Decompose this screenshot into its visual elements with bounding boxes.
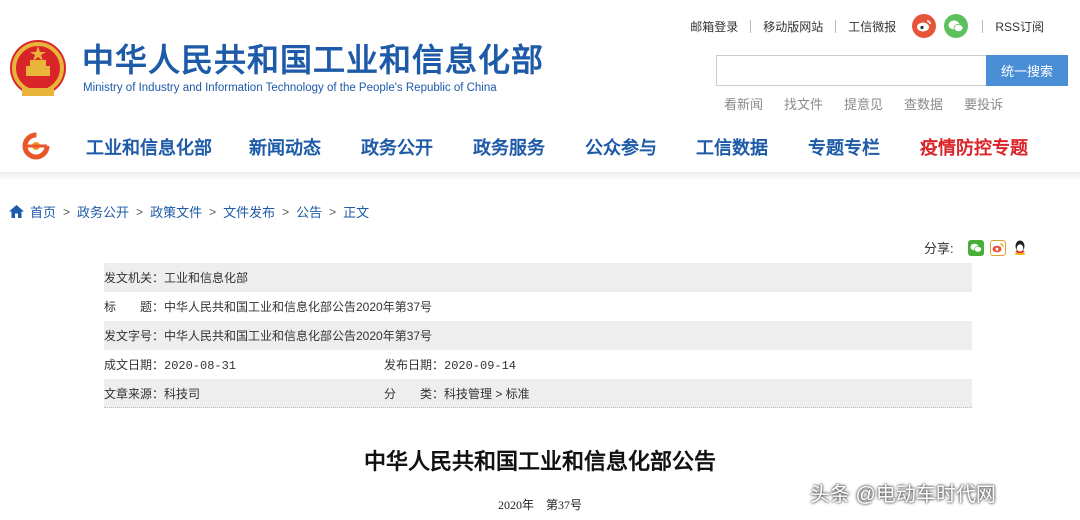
home-icon[interactable]: [9, 205, 24, 218]
quick-link-feedback[interactable]: 提意见: [844, 94, 883, 113]
mail-login-link[interactable]: 邮箱登录: [678, 18, 750, 35]
meta-row: 发文字号：中华人民共和国工业和信息化部公告2020年第37号: [104, 321, 972, 350]
meta-doc-number: 发文字号：中华人民共和国工业和信息化部公告2020年第37号: [104, 329, 433, 343]
miit-logo-icon[interactable]: [22, 132, 50, 160]
meta-title: 标 题：中华人民共和国工业和信息化部公告2020年第37号: [104, 300, 433, 314]
share-label: 分享:: [924, 241, 954, 256]
nav-item-gov-info[interactable]: 政务公开: [361, 134, 433, 160]
meta-row: 成文日期：2020-08-31 发布日期：2020-09-14: [104, 350, 972, 379]
nav-item-miit[interactable]: 工业和信息化部: [86, 134, 212, 160]
breadcrumb-separator: >: [209, 204, 217, 219]
nav-item-special-topics[interactable]: 专题专栏: [808, 134, 880, 160]
article-title: 中华人民共和国工业和信息化部公告: [363, 449, 716, 474]
breadcrumb-policy-docs[interactable]: 政策文件: [150, 202, 202, 221]
share-qq-icon[interactable]: [1011, 239, 1028, 256]
share-weibo-icon[interactable]: [989, 239, 1006, 256]
share-bar: 分享:: [924, 238, 1034, 257]
watermark: 头条 @电动车时代网: [810, 484, 996, 506]
meta-row: 发文机关：工业和信息化部: [104, 263, 972, 292]
share-wechat-icon[interactable]: [967, 239, 984, 256]
weibo-icon[interactable]: [912, 14, 937, 38]
meta-issuer: 发文机关：工业和信息化部: [104, 271, 249, 285]
site-title[interactable]: 中华人民共和国工业和信息化部: [82, 40, 544, 80]
meta-row: 文章来源：科技司 分 类：科技管理 > 标准: [104, 379, 972, 408]
nav-item-epidemic[interactable]: 疫情防控专题: [920, 134, 1028, 160]
nav-item-news[interactable]: 新闻动态: [249, 134, 321, 160]
meta-source: 文章来源：科技司: [104, 387, 201, 401]
top-links-bar: 邮箱登录 移动版网站 工信微报 RSS订阅: [678, 12, 1056, 40]
quick-links: 看新闻 找文件 提意见 查数据 要投诉: [724, 94, 1024, 113]
wechat-icon[interactable]: [944, 14, 969, 38]
nav-divider: [0, 172, 1080, 180]
nav-item-gov-services[interactable]: 政务服务: [473, 134, 545, 160]
document-meta-table: 发文机关：工业和信息化部 标 题：中华人民共和国工业和信息化部公告2020年第3…: [104, 263, 972, 408]
quick-link-files[interactable]: 找文件: [784, 94, 823, 113]
search-input[interactable]: [716, 55, 986, 86]
breadcrumb: 首页 > 政务公开 > 政策文件 > 文件发布 > 公告 > 正文: [9, 202, 369, 221]
breadcrumb-separator: >: [63, 204, 71, 219]
meta-category: 分 类：科技管理 > 标准: [384, 387, 530, 401]
meta-created-date: 成文日期：2020-08-31: [104, 359, 237, 373]
breadcrumb-doc-release[interactable]: 文件发布: [223, 202, 275, 221]
breadcrumb-separator: >: [329, 204, 337, 219]
breadcrumb-gov-info[interactable]: 政务公开: [77, 202, 129, 221]
breadcrumb-current: 正文: [343, 205, 370, 220]
meta-publish-date: 发布日期：2020-09-14: [384, 359, 517, 373]
miit-weibo-link[interactable]: 工信微报: [836, 18, 908, 35]
rss-link[interactable]: RSS订阅: [983, 18, 1056, 35]
nav-item-data[interactable]: 工信数据: [696, 134, 768, 160]
mobile-site-link[interactable]: 移动版网站: [751, 18, 835, 35]
quick-link-news[interactable]: 看新闻: [724, 94, 763, 113]
national-emblem-logo[interactable]: [8, 38, 68, 100]
quick-link-data[interactable]: 查数据: [904, 94, 943, 113]
site-subtitle: Ministry of Industry and Information Tec…: [83, 82, 497, 94]
breadcrumb-separator: >: [136, 204, 144, 219]
search-button[interactable]: 统一搜索: [986, 55, 1068, 86]
quick-link-complaint[interactable]: 要投诉: [964, 94, 1003, 113]
breadcrumb-home[interactable]: 首页: [30, 202, 56, 221]
nav-item-public-participation[interactable]: 公众参与: [585, 134, 657, 160]
main-nav: 工业和信息化部 新闻动态 政务公开 政务服务 公众参与 工信数据 专题专栏 疫情…: [0, 124, 1080, 168]
meta-row: 标 题：中华人民共和国工业和信息化部公告2020年第37号: [104, 292, 972, 321]
breadcrumb-announcement[interactable]: 公告: [296, 202, 322, 221]
breadcrumb-separator: >: [282, 204, 290, 219]
